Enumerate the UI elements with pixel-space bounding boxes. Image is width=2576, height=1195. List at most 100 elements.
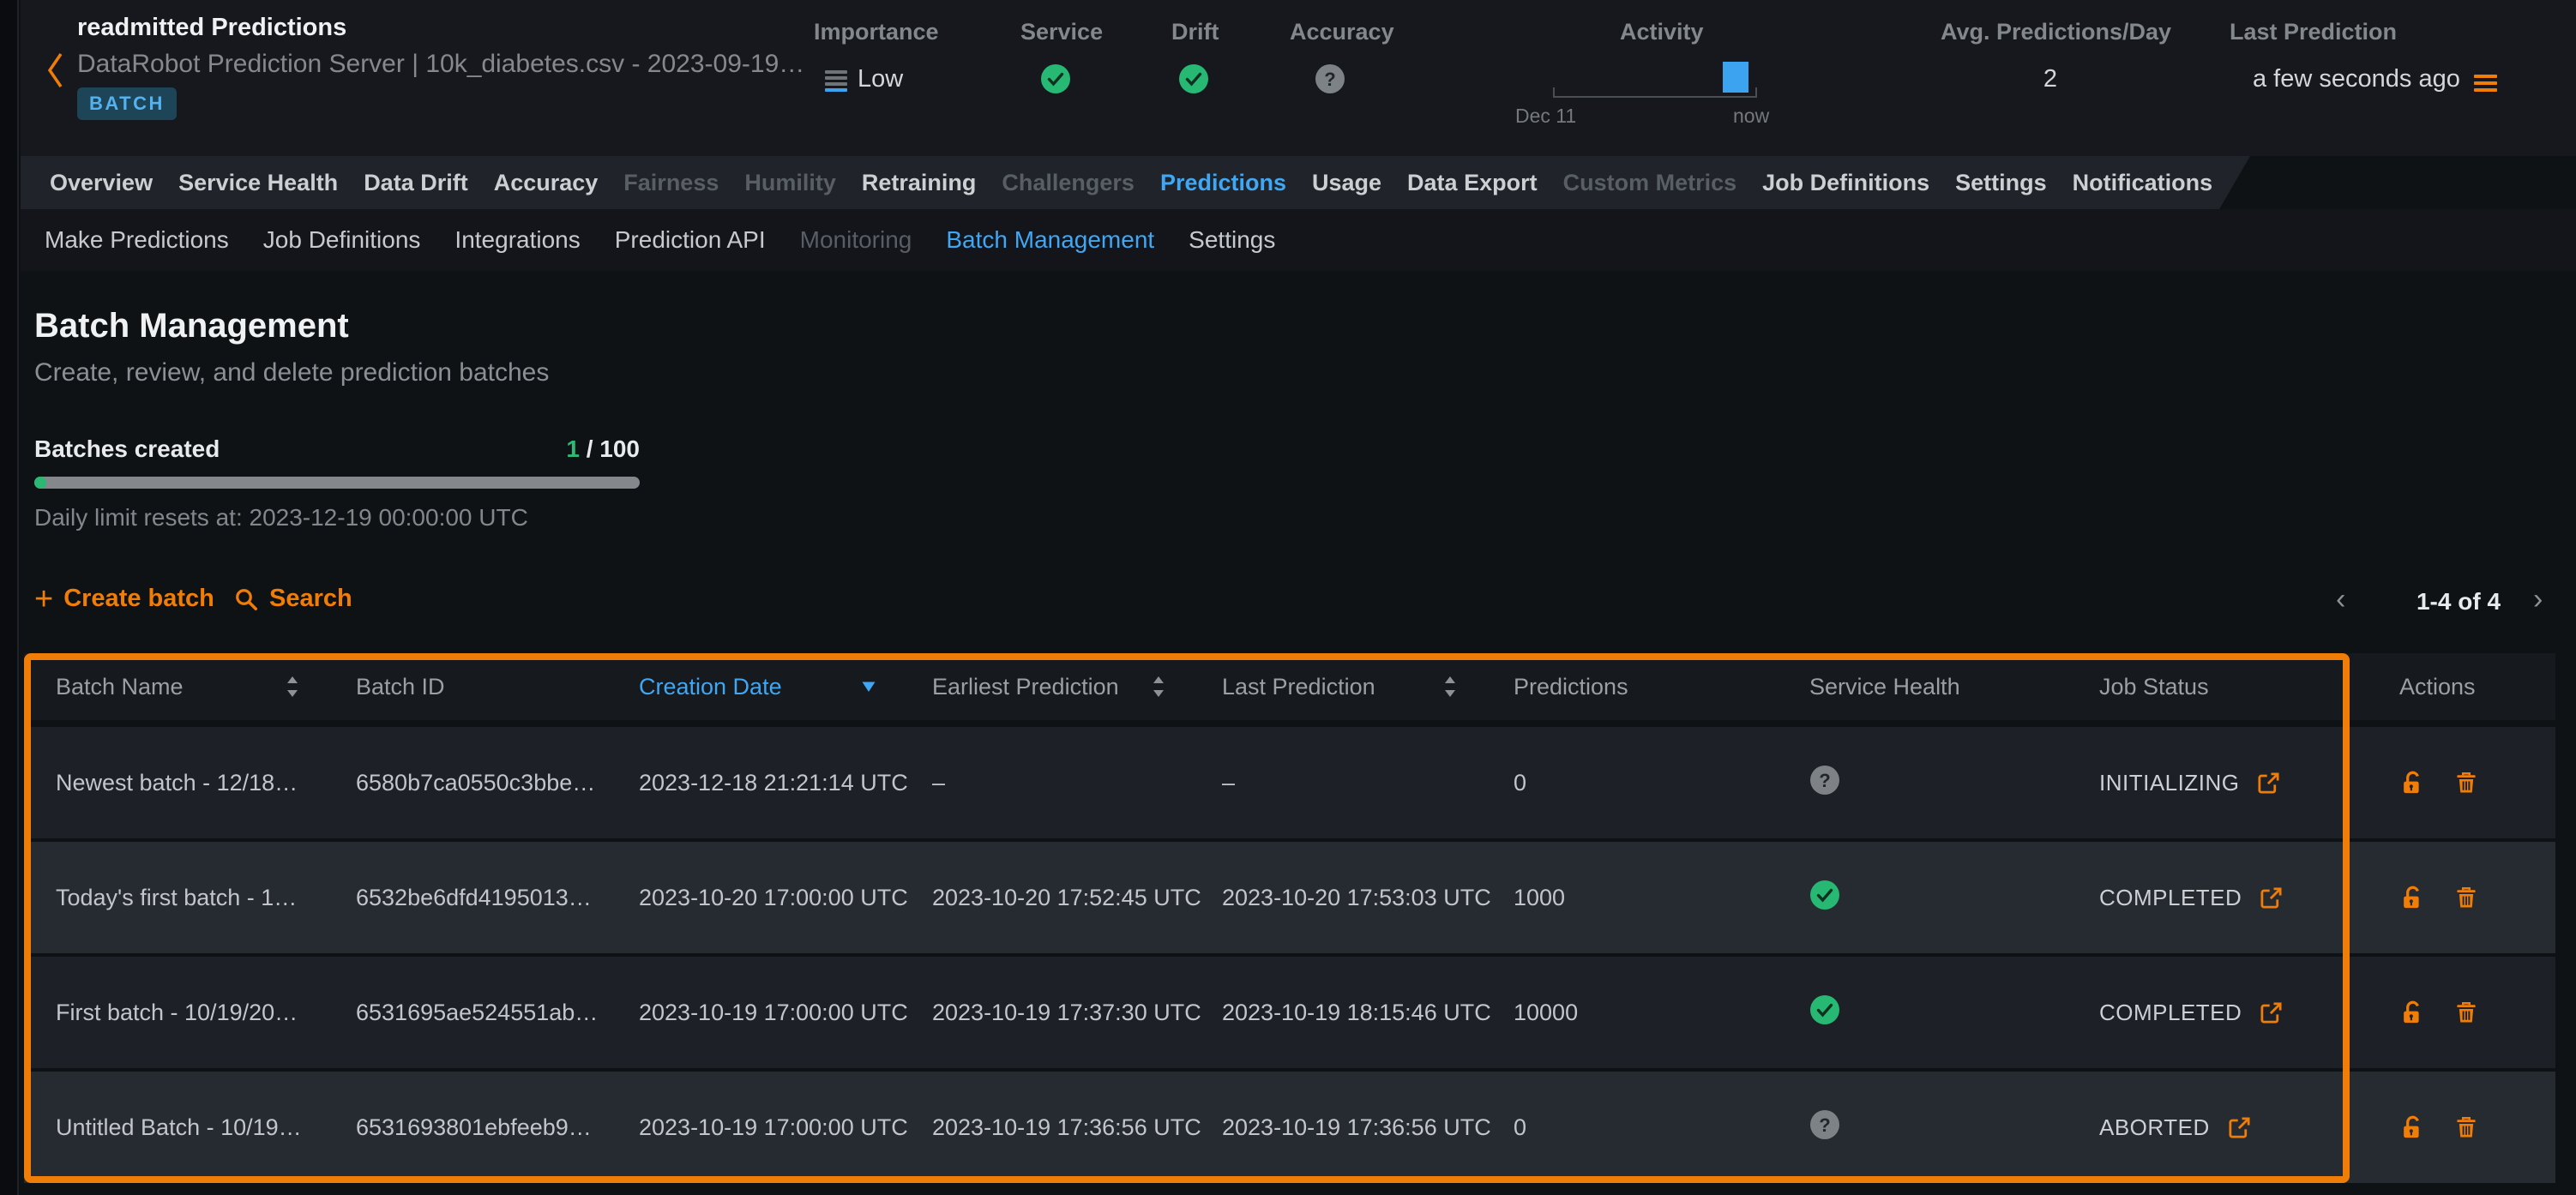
question-circle-icon: ? <box>1809 1109 1840 1140</box>
tab-notifications[interactable]: Notifications <box>2073 170 2213 196</box>
subtab-make-predictions[interactable]: Make Predictions <box>45 226 229 254</box>
service-label: Service <box>1020 19 1103 45</box>
tab-humility: Humility <box>744 170 836 196</box>
hamburger-menu-icon[interactable] <box>2474 75 2497 92</box>
tab-data-export[interactable]: Data Export <box>1407 170 1538 196</box>
col-header-creation-date[interactable]: Creation Date <box>639 674 932 700</box>
unlock-icon[interactable] <box>2399 1000 2426 1026</box>
quota-separator: / <box>580 435 599 462</box>
cell-predictions: 10000 <box>1514 1000 1809 1026</box>
cell-last-prediction: 2023-10-20 17:53:03 UTC <box>1222 885 1514 911</box>
external-link-icon[interactable] <box>2227 1115 2252 1140</box>
activity-range-end: now <box>1733 105 1769 128</box>
tab-predictions[interactable]: Predictions <box>1160 170 1286 196</box>
col-header-earliest-prediction[interactable]: Earliest Prediction <box>932 674 1222 700</box>
check-circle-icon <box>1809 880 1840 910</box>
avg-predictions-label: Avg. Predictions/Day <box>1941 19 2171 45</box>
cell-actions <box>2350 1000 2555 1026</box>
col-header-actions: Actions <box>2350 674 2555 700</box>
cell-actions <box>2350 1114 2555 1141</box>
page-subtitle: Create, review, and delete prediction ba… <box>34 358 549 387</box>
service-check-circle-icon <box>1040 63 1071 94</box>
question-circle-icon: ? <box>1809 765 1840 796</box>
pagination-next-button[interactable]: › <box>2533 585 2543 614</box>
col-header-service-health: Service Health <box>1809 674 2099 700</box>
tab-retraining[interactable]: Retraining <box>862 170 977 196</box>
last-prediction-label: Last Prediction <box>2230 19 2397 45</box>
batches-created-count: 1 / 100 <box>34 435 640 463</box>
cell-job-status: COMPLETED <box>2099 885 2350 911</box>
back-button[interactable] <box>45 50 67 91</box>
table-body: Newest batch - 12/18… 6580b7ca0550c3bbe…… <box>24 727 2555 1183</box>
cell-job-status: ABORTED <box>2099 1114 2350 1141</box>
cell-batch-name: Today's first batch - 1… <box>56 885 356 911</box>
tab-fairness: Fairness <box>623 170 719 196</box>
cell-batch-id: 6580b7ca0550c3bbe… <box>356 770 639 796</box>
tab-custom-metrics: Custom Metrics <box>1563 170 1737 196</box>
pagination-prev-button[interactable]: ‹ <box>2336 585 2345 614</box>
cell-service-health: ? <box>1809 1109 2099 1146</box>
table-row[interactable]: Today's first batch - 1… 6532be6dfd41950… <box>24 842 2555 953</box>
subtab-batch-management[interactable]: Batch Management <box>946 226 1154 254</box>
unlock-icon[interactable] <box>2399 770 2426 796</box>
cell-batch-id: 6531693801ebfeeb9… <box>356 1114 639 1141</box>
left-rail <box>0 0 19 1195</box>
external-link-icon[interactable] <box>2259 886 2284 910</box>
drift-label: Drift <box>1171 19 1219 45</box>
sort-icon <box>284 675 301 699</box>
trash-icon[interactable] <box>2453 885 2479 910</box>
subtab-settings[interactable]: Settings <box>1189 226 1275 254</box>
activity-label: Activity <box>1620 19 1704 45</box>
cell-actions <box>2350 885 2555 911</box>
col-header-last-prediction[interactable]: Last Prediction <box>1222 674 1514 700</box>
trash-icon[interactable] <box>2453 1114 2479 1140</box>
batch-management-page: Batch Management Create, review, and del… <box>21 271 2576 1195</box>
page-title: Batch Management <box>34 307 349 345</box>
importance-value: Low <box>825 65 903 93</box>
cell-earliest-prediction: 2023-10-19 17:37:30 UTC <box>932 1000 1222 1026</box>
tab-usage[interactable]: Usage <box>1312 170 1381 196</box>
cell-batch-name: Newest batch - 12/18… <box>56 770 356 796</box>
batch-badge: BATCH <box>77 87 177 120</box>
deployment-title: readmitted Predictions <box>77 14 346 42</box>
activity-range-start: Dec 11 <box>1515 105 1576 128</box>
last-prediction-value-wrap: a few seconds ago <box>2253 65 2497 93</box>
subtab-integrations[interactable]: Integrations <box>454 226 580 254</box>
tab-accuracy[interactable]: Accuracy <box>494 170 599 196</box>
cell-earliest-prediction: 2023-10-20 17:52:45 UTC <box>932 885 1222 911</box>
cell-predictions: 0 <box>1514 1114 1809 1141</box>
tab-data-drift[interactable]: Data Drift <box>364 170 468 196</box>
svg-text:?: ? <box>1324 69 1335 90</box>
table-row[interactable]: Newest batch - 12/18… 6580b7ca0550c3bbe…… <box>24 727 2555 838</box>
quota-progress-fill <box>34 477 46 489</box>
subtab-job-definitions[interactable]: Job Definitions <box>263 226 421 254</box>
cell-predictions: 1000 <box>1514 885 1809 911</box>
tab-service-health[interactable]: Service Health <box>178 170 338 196</box>
cell-last-prediction: 2023-10-19 18:15:46 UTC <box>1222 1000 1514 1026</box>
table-row[interactable]: First batch - 10/19/20… 6531695ae524551a… <box>24 957 2555 1068</box>
tab-job-definitions[interactable]: Job Definitions <box>1762 170 1929 196</box>
accuracy-question-circle-icon: ? <box>1315 63 1345 94</box>
search-button[interactable]: Search <box>233 585 352 613</box>
unlock-icon[interactable] <box>2399 885 2426 911</box>
tab-settings[interactable]: Settings <box>1955 170 2047 196</box>
col-header-batch-name[interactable]: Batch Name <box>56 674 356 700</box>
deployment-subtitle: DataRobot Prediction Server | 10k_diabet… <box>77 50 804 79</box>
trash-icon[interactable] <box>2453 1000 2479 1025</box>
subtab-prediction-api[interactable]: Prediction API <box>615 226 766 254</box>
batches-used: 1 <box>566 435 580 462</box>
importance-label: Importance <box>814 19 939 45</box>
create-batch-button[interactable]: + Create batch <box>34 585 214 613</box>
trash-icon[interactable] <box>2453 770 2479 796</box>
external-link-icon[interactable] <box>2256 771 2281 796</box>
table-row[interactable]: Untitled Batch - 10/19… 6531693801ebfeeb… <box>24 1072 2555 1183</box>
cell-actions <box>2350 770 2555 796</box>
cell-predictions: 0 <box>1514 770 1809 796</box>
sort-icon <box>1441 675 1459 699</box>
tab-overview[interactable]: Overview <box>50 170 153 196</box>
cell-earliest-prediction: – <box>932 770 1222 796</box>
cell-job-status: INITIALIZING <box>2099 770 2350 796</box>
external-link-icon[interactable] <box>2259 1000 2284 1025</box>
cell-creation-date: 2023-10-20 17:00:00 UTC <box>639 885 932 911</box>
unlock-icon[interactable] <box>2399 1114 2426 1141</box>
